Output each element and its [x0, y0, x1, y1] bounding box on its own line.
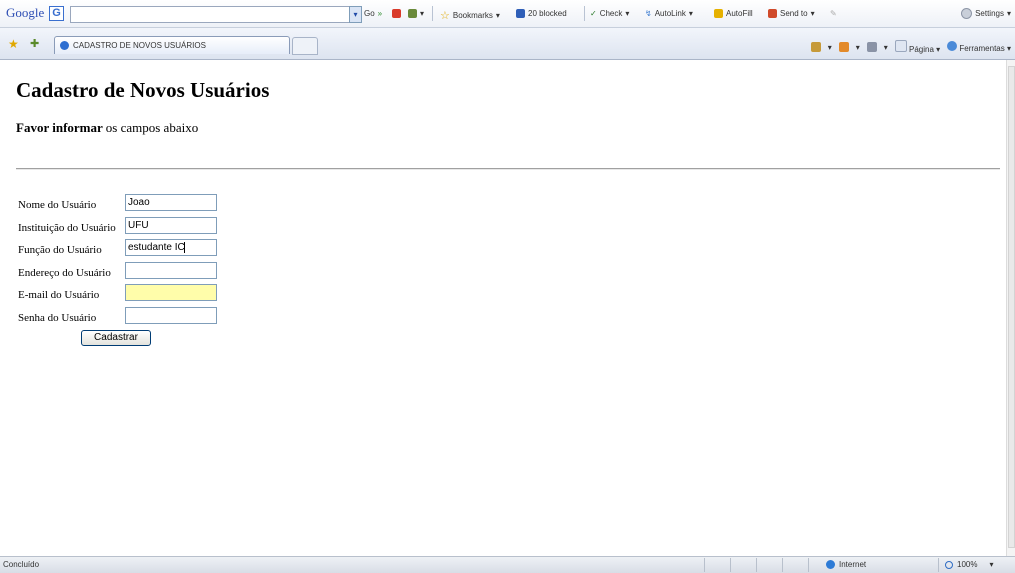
page-menu[interactable]: Página ▾: [894, 40, 940, 54]
page-content: Cadastro de Novos Usuários Favor informa…: [0, 60, 1006, 556]
status-divider: [938, 558, 939, 572]
text-caret: [183, 242, 185, 254]
settings-label: Settings: [975, 9, 1004, 18]
popup-blocker-icon: [516, 9, 525, 18]
instituicao-input[interactable]: UFU: [125, 216, 217, 234]
tab-bar: ★ ✚ CADASTRO DE NOVOS USUÁRIOS ▾ ▾ ▾ Pág…: [0, 28, 1015, 60]
autofill-label: AutoFill: [726, 9, 753, 18]
autolink-button[interactable]: ↯ AutoLink ▾: [645, 9, 693, 18]
favorites-star-icon[interactable]: ★: [8, 37, 19, 51]
nome-input[interactable]: Joao: [125, 194, 217, 211]
page-menu-label: Página: [908, 45, 934, 54]
subtitle-bold: Favor informar: [16, 120, 103, 135]
google-search-input[interactable]: [70, 6, 359, 23]
instituicao-label: Instituição do Usuário: [18, 221, 116, 234]
subtitle-rest: os campos abaixo: [105, 120, 199, 135]
email-label: E-mail do Usuário: [18, 289, 100, 302]
star-icon: ☆: [440, 10, 450, 22]
endereco-label: Endereço do Usuário: [18, 266, 111, 279]
new-tab-button[interactable]: [292, 37, 318, 55]
google-toolbar: Google G ▾ Go» ▾ ☆ Bookmarks ▾ 20 blocked …: [0, 0, 1015, 28]
status-bar: Concluído Internet 100% ▾: [0, 556, 1015, 573]
send-to-label: Send to: [780, 9, 808, 18]
pencil-icon[interactable]: ✎: [830, 9, 837, 18]
senha-label: Senha do Usuário: [18, 311, 97, 324]
print-icon[interactable]: [866, 42, 877, 52]
magnifier-icon: [945, 560, 953, 569]
globe-icon: [826, 560, 835, 569]
google-logo[interactable]: Google: [6, 5, 44, 21]
google-g-button[interactable]: G: [49, 6, 64, 21]
command-bar: ▾ ▾ ▾ Página ▾ Ferramentas ▾: [810, 40, 1011, 54]
zoom-control[interactable]: 100% ▾: [945, 560, 993, 569]
send-to-button[interactable]: Send to ▾: [768, 9, 815, 18]
search-dropdown-arrow-icon[interactable]: ▾: [349, 6, 362, 23]
blocked-count: 20 blocked: [528, 9, 567, 18]
toolbar-separator: [584, 6, 585, 21]
home-icon[interactable]: [810, 42, 821, 52]
ie-page-icon: [60, 41, 69, 50]
zone-label: Internet: [839, 560, 867, 569]
settings-button[interactable]: Settings ▾: [961, 8, 1011, 19]
tools-gear-icon: [947, 41, 958, 51]
status-divider: [704, 558, 705, 572]
status-divider: [730, 558, 731, 572]
autolink-label: AutoLink: [654, 9, 686, 18]
send-to-icon: [768, 9, 777, 18]
divider: [16, 168, 1000, 170]
page-subtitle: Favor informar os campos abaixo: [16, 120, 198, 136]
spell-check-button[interactable]: ✓ Check ▾: [590, 9, 629, 18]
status-divider: [782, 558, 783, 572]
bookmarks-label: Bookmarks: [452, 11, 493, 20]
senha-input[interactable]: [125, 306, 217, 324]
tools-dropdown-icon[interactable]: ▾: [408, 9, 424, 18]
vertical-scrollbar[interactable]: [1006, 60, 1015, 556]
go-label: Go: [364, 9, 375, 18]
status-divider: [756, 558, 757, 572]
page-icon: [894, 40, 907, 52]
tools-menu-label: Ferramentas: [959, 44, 1005, 53]
tab-cadastro[interactable]: CADASTRO DE NOVOS USUÁRIOS: [54, 36, 290, 54]
toolbar-separator: [432, 6, 433, 21]
tools-menu[interactable]: Ferramentas ▾: [947, 41, 1011, 53]
email-input[interactable]: [125, 284, 217, 302]
autofill-icon: [714, 9, 723, 18]
bookmarks-button[interactable]: ☆ Bookmarks ▾: [440, 9, 500, 22]
funcao-value: estudante IC: [128, 242, 185, 254]
go-button[interactable]: Go»: [364, 9, 382, 18]
tab-title: CADASTRO DE NOVOS USUÁRIOS: [73, 41, 206, 50]
security-zone[interactable]: Internet: [826, 560, 866, 569]
funcao-label: Função do Usuário: [18, 244, 102, 257]
abc-check-icon: ✓: [590, 9, 597, 18]
gear-icon: [961, 8, 973, 19]
add-favorites-icon[interactable]: ✚: [30, 37, 39, 50]
check-label: Check: [599, 9, 623, 18]
autofill-button[interactable]: AutoFill: [714, 9, 753, 18]
autolink-icon: ↯: [645, 9, 652, 18]
page-title: Cadastro de Novos Usuários: [16, 78, 270, 102]
zoom-level: 100%: [957, 560, 978, 569]
endereco-input[interactable]: [125, 261, 217, 279]
status-divider: [808, 558, 809, 572]
funcao-input[interactable]: estudante IC: [125, 239, 217, 257]
feeds-icon[interactable]: [838, 42, 849, 52]
pagerank-icon[interactable]: [392, 9, 401, 18]
popup-blocker-button[interactable]: 20 blocked: [516, 9, 567, 18]
status-text: Concluído: [3, 560, 40, 569]
scrollbar-thumb[interactable]: [1008, 66, 1015, 548]
cadastrar-button[interactable]: Cadastrar: [81, 330, 151, 346]
nome-label: Nome do Usuário: [18, 199, 97, 211]
